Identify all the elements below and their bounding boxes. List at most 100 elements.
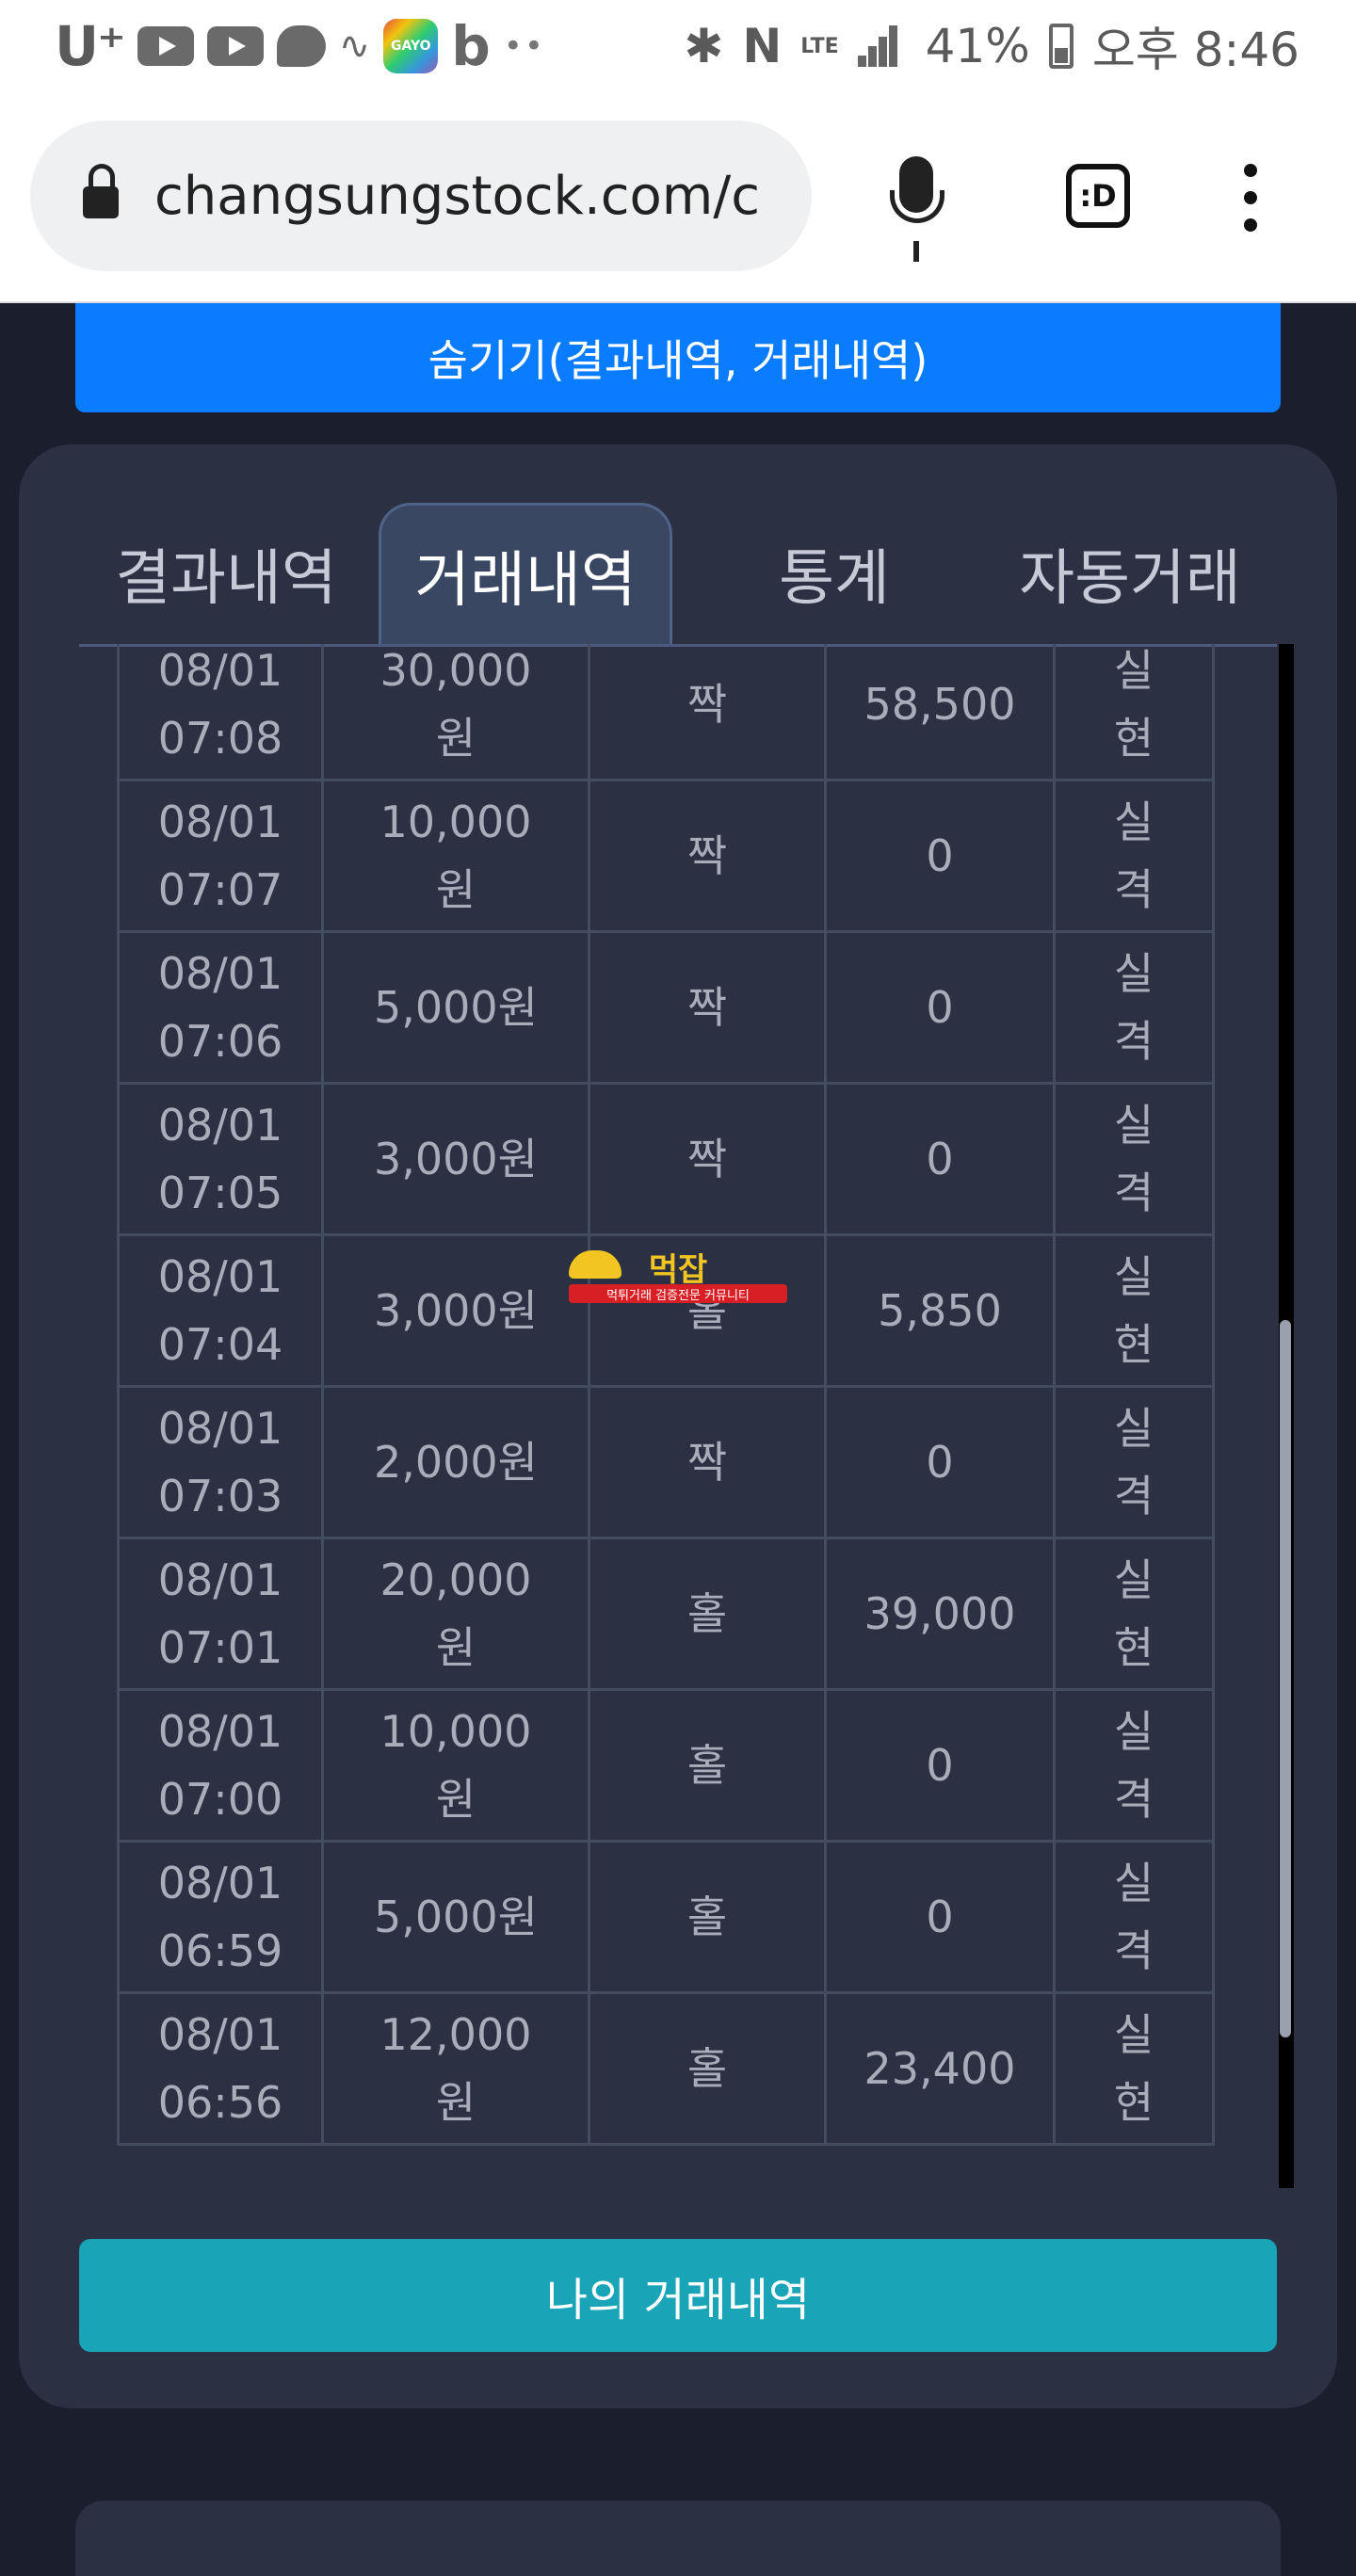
trade-result: 실격 xyxy=(1053,930,1215,1085)
table-row: 08/01 07:08 30,000 원 짝 58,500 실 현 xyxy=(117,644,1215,781)
trade-amount-value: 2,000원 xyxy=(373,1437,538,1488)
watermark-logo: 먹잡 먹튀거래 검증전문 커뮤니티 xyxy=(569,1248,787,1303)
trade-pick: 짝 xyxy=(588,1385,827,1539)
trade-result-line1: 실 xyxy=(1113,1858,1154,1908)
trade-amount-value: 5,000원 xyxy=(373,982,538,1033)
trade-date: 08/01 xyxy=(157,1251,283,1302)
trade-amount-unit: 원 xyxy=(435,864,476,915)
lte-label: LTE xyxy=(800,34,839,58)
trade-result: 실격 xyxy=(1053,1688,1215,1843)
trade-table: 08/01 07:08 30,000 원 짝 58,500 실 현 08/01 07:07 10,0… xyxy=(117,644,1215,2146)
trade-pick: 짝 xyxy=(588,644,827,781)
trade-date: 08/01 xyxy=(157,1858,283,1908)
trade-result: 실격 xyxy=(1053,779,1215,933)
trade-time: 07:00 xyxy=(157,1774,283,1825)
trade-result: 실현 xyxy=(1053,1233,1215,1388)
trade-result: 실현 xyxy=(1053,1991,1215,2146)
hide-results-button[interactable]: 숨기기(결과내역, 거래내역) xyxy=(75,303,1281,412)
trade-datetime: 08/01 07:03 xyxy=(117,1385,324,1539)
trade-time: 06:56 xyxy=(157,2077,283,2128)
trade-datetime: 08/01 07:00 xyxy=(117,1688,324,1843)
tab-results[interactable]: 결과내역 xyxy=(79,503,373,644)
trade-payout: 39,000 xyxy=(824,1537,1056,1691)
table-row: 08/01 07:00 10,000 원 홀 0 실 격 xyxy=(117,1688,1215,1843)
table-row: 08/01 07:06 5,000원 짝 0 실 격 xyxy=(117,930,1215,1085)
trade-payout: 58,500 xyxy=(824,644,1056,781)
status-bar: U⁺ ∿ GAYO b •• ✱ N LTE 41% 오후 8:46 xyxy=(0,0,1356,90)
trade-amount: 12,000 원 xyxy=(321,1991,590,2146)
trade-datetime: 08/01 06:56 xyxy=(117,1991,324,2146)
youtube-icon xyxy=(137,26,194,66)
table-row: 08/01 07:03 2,000원 짝 0 실 격 xyxy=(117,1385,1215,1539)
trade-datetime: 08/01 07:05 xyxy=(117,1082,324,1236)
trade-result-line2: 현 xyxy=(1113,1319,1154,1370)
trade-time: 07:06 xyxy=(157,1016,283,1067)
history-card: 결과내역 거래내역 통계 자동거래 08/01 07:08 30,000 원 짝 58,5… xyxy=(19,444,1337,2408)
trade-amount: 2,000원 xyxy=(321,1385,590,1539)
nfc-icon: N xyxy=(742,19,783,73)
trade-amount-value: 10,000 xyxy=(379,797,532,847)
trade-date: 08/01 xyxy=(157,1706,283,1757)
trade-datetime: 08/01 07:04 xyxy=(117,1233,324,1388)
address-bar[interactable]: changsungstock.com/c xyxy=(30,121,812,271)
trade-result: 실격 xyxy=(1053,1082,1215,1236)
scrollbar-thumb[interactable] xyxy=(1280,1320,1291,2037)
trade-result: 실격 xyxy=(1053,1840,1215,1994)
trade-result-line1: 실 xyxy=(1113,1706,1154,1757)
tab-auto-trade[interactable]: 자동거래 xyxy=(983,503,1277,644)
trade-payout: 23,400 xyxy=(824,1991,1056,2146)
trade-datetime: 08/01 07:08 xyxy=(117,644,324,781)
tab-switcher-button[interactable]: :D xyxy=(1066,164,1130,228)
trade-payout: 0 xyxy=(824,1082,1056,1236)
trade-time: 07:07 xyxy=(157,864,283,915)
trade-amount-value: 5,000원 xyxy=(373,1892,538,1942)
trade-amount-unit: 원 xyxy=(435,2077,476,2128)
microphone-stem xyxy=(913,241,919,262)
trade-result-line1: 실 xyxy=(1113,2009,1154,2060)
trade-amount: 3,000원 xyxy=(321,1233,590,1388)
table-row: 08/01 06:59 5,000원 홀 0 실 격 xyxy=(117,1840,1215,1994)
trade-date: 08/01 xyxy=(157,2009,283,2060)
microphone-icon[interactable] xyxy=(890,156,944,223)
tab-stats[interactable]: 통계 xyxy=(687,503,981,644)
more-notifications-icon: •• xyxy=(503,27,545,65)
lock-icon[interactable] xyxy=(83,164,119,218)
trade-result-line1: 실 xyxy=(1113,797,1154,847)
trade-datetime: 08/01 07:06 xyxy=(117,930,324,1085)
trade-time: 06:59 xyxy=(157,1925,283,1976)
table-row: 08/01 07:01 20,000 원 홀 39,000 실 현 xyxy=(117,1537,1215,1691)
carrier-label: U⁺ xyxy=(55,14,126,78)
more-menu-icon[interactable] xyxy=(1241,164,1260,232)
trade-amount: 5,000원 xyxy=(321,930,590,1085)
wave-icon: ∿ xyxy=(338,24,371,68)
signal-icon xyxy=(857,25,907,67)
trade-amount-value: 30,000 xyxy=(379,645,532,696)
trade-result-line2: 격 xyxy=(1113,864,1154,915)
trade-date: 08/01 xyxy=(157,1100,283,1151)
trade-result-line2: 격 xyxy=(1113,1774,1154,1825)
trade-amount: 20,000 원 xyxy=(321,1537,590,1691)
url-text[interactable]: changsungstock.com/c xyxy=(154,166,776,227)
trade-result-line2: 현 xyxy=(1113,1622,1154,1673)
trade-table-scroll[interactable]: 08/01 07:08 30,000 원 짝 58,500 실 현 08/01 07:07 10,0… xyxy=(117,644,1281,2188)
trade-result-line2: 격 xyxy=(1113,1016,1154,1067)
trade-result: 실현 xyxy=(1053,1537,1215,1691)
trade-amount-value: 3,000원 xyxy=(373,1285,538,1336)
trade-result-line1: 실 xyxy=(1113,1554,1154,1605)
trade-amount-value: 20,000 xyxy=(379,1554,532,1605)
tab-trades[interactable]: 거래내역 xyxy=(379,503,672,644)
table-row: 08/01 07:05 3,000원 짝 0 실 격 xyxy=(117,1082,1215,1236)
watermark-title: 먹잡 xyxy=(648,1250,708,1289)
trade-pick: 짝 xyxy=(588,779,827,933)
trade-result-line1: 실 xyxy=(1113,1403,1154,1454)
history-tabs: 결과내역 거래내역 통계 자동거래 xyxy=(79,503,1277,647)
table-row: 08/01 06:56 12,000 원 홀 23,400 실 현 xyxy=(117,1991,1215,2146)
trade-amount-unit: 원 xyxy=(435,1774,476,1825)
my-trades-button[interactable]: 나의 거래내역 xyxy=(79,2239,1277,2352)
trade-amount: 5,000원 xyxy=(321,1840,590,1994)
trade-payout: 0 xyxy=(824,1385,1056,1539)
trade-amount: 10,000 원 xyxy=(321,1688,590,1843)
trade-amount-value: 3,000원 xyxy=(373,1134,538,1184)
clock: 오후 8:46 xyxy=(1091,23,1300,77)
trade-pick: 짝 xyxy=(588,1082,827,1236)
